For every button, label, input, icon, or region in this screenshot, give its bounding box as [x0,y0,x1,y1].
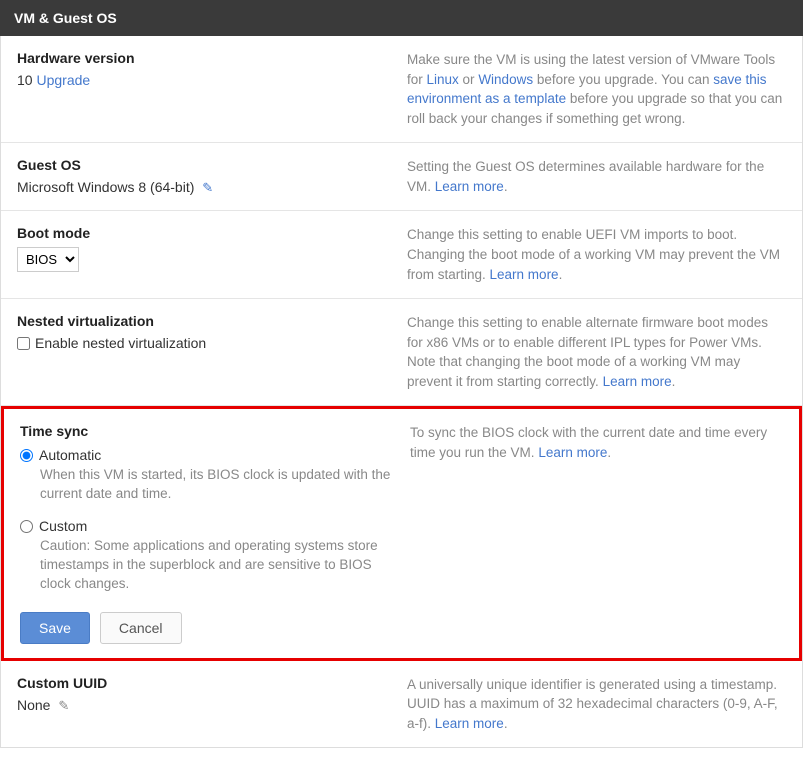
guest-os-title: Guest OS [17,157,407,173]
guest-os-value: Microsoft Windows 8 (64-bit) [17,179,194,195]
desc-text: before you upgrade. You can [533,72,713,87]
desc-text: Change this setting to enable UEFI VM im… [407,227,780,281]
section-left: Time sync Automatic When this VM is star… [20,423,410,643]
uuid-value-row: None ✎ [17,697,407,714]
automatic-radio[interactable] [20,449,33,462]
radio-option-custom: Custom Caution: Some applications and op… [20,518,410,594]
custom-desc: Caution: Some applications and operating… [40,537,400,594]
learn-more-link[interactable]: Learn more [490,267,559,282]
section-boot-mode: Boot mode BIOS Change this setting to en… [1,211,802,299]
nested-checkbox-label: Enable nested virtualization [35,335,206,351]
hardware-version-desc: Make sure the VM is using the latest ver… [407,50,786,128]
hardware-version-title: Hardware version [17,50,407,66]
section-time-sync: Time sync Automatic When this VM is star… [1,406,802,660]
section-hardware-version: Hardware version 10 Upgrade Make sure th… [1,36,802,143]
section-nested-virtualization: Nested virtualization Enable nested virt… [1,299,802,406]
desc-text: . [504,716,508,731]
section-guest-os: Guest OS Microsoft Windows 8 (64-bit) ✎ … [1,143,802,211]
guest-os-value-row: Microsoft Windows 8 (64-bit) ✎ [17,179,407,196]
guest-os-desc: Setting the Guest OS determines availabl… [407,157,786,196]
nested-checkbox-row: Enable nested virtualization [17,335,407,351]
desc-text: or [459,72,479,87]
nested-checkbox[interactable] [17,337,30,350]
panel-content: Hardware version 10 Upgrade Make sure th… [0,36,803,748]
section-left: Boot mode BIOS [17,225,407,284]
radio-row: Automatic [20,447,410,463]
radio-row: Custom [20,518,410,534]
nested-title: Nested virtualization [17,313,407,329]
panel-header: VM & Guest OS [0,0,803,36]
save-button[interactable]: Save [20,612,90,644]
windows-link[interactable]: Windows [478,72,533,87]
learn-more-link[interactable]: Learn more [538,445,607,460]
boot-mode-value: BIOS [17,247,407,272]
desc-text: . [504,179,508,194]
hardware-version-value: 10 Upgrade [17,72,407,88]
boot-mode-desc: Change this setting to enable UEFI VM im… [407,225,786,284]
custom-radio[interactable] [20,520,33,533]
panel-title: VM & Guest OS [14,10,117,26]
button-row: Save Cancel [20,612,410,644]
section-left: Custom UUID None ✎ [17,675,407,734]
custom-label: Custom [39,518,87,534]
pencil-icon[interactable]: ✎ [58,698,69,713]
time-sync-radio-group: Automatic When this VM is started, its B… [20,447,410,593]
learn-more-link[interactable]: Learn more [435,179,504,194]
automatic-desc: When this VM is started, its BIOS clock … [40,466,400,504]
section-left: Guest OS Microsoft Windows 8 (64-bit) ✎ [17,157,407,196]
pencil-icon[interactable]: ✎ [202,180,213,195]
boot-mode-select[interactable]: BIOS [17,247,79,272]
nested-desc: Change this setting to enable alternate … [407,313,786,391]
desc-text: . [559,267,563,282]
upgrade-link[interactable]: Upgrade [36,72,90,88]
uuid-value: None [17,697,50,713]
hardware-version-number: 10 [17,72,33,88]
section-custom-uuid: Custom UUID None ✎ A universally unique … [1,661,802,748]
time-sync-desc: To sync the BIOS clock with the current … [410,423,783,643]
automatic-label: Automatic [39,447,101,463]
time-sync-title: Time sync [20,423,410,439]
uuid-desc: A universally unique identifier is gener… [407,675,786,734]
section-left: Nested virtualization Enable nested virt… [17,313,407,391]
radio-option-automatic: Automatic When this VM is started, its B… [20,447,410,504]
cancel-button[interactable]: Cancel [100,612,182,644]
uuid-title: Custom UUID [17,675,407,691]
desc-text: Change this setting to enable alternate … [407,315,768,389]
boot-mode-title: Boot mode [17,225,407,241]
linux-link[interactable]: Linux [427,72,459,87]
learn-more-link[interactable]: Learn more [435,716,504,731]
desc-text: . [607,445,611,460]
learn-more-link[interactable]: Learn more [603,374,672,389]
section-left: Hardware version 10 Upgrade [17,50,407,128]
desc-text: . [672,374,676,389]
